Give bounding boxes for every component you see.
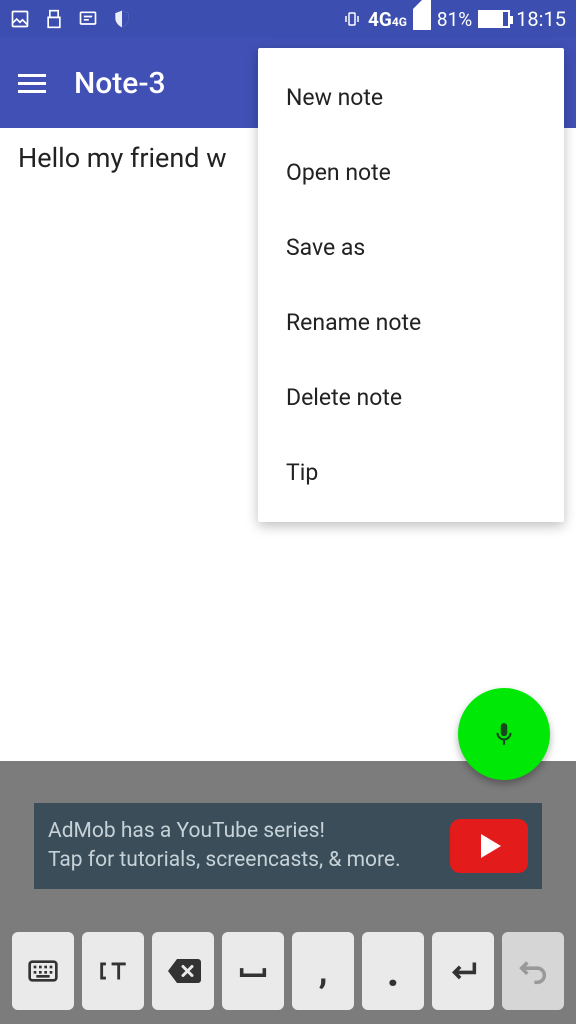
overflow-menu: New note Open note Save as Rename note D… [258,48,564,522]
text-size-key[interactable] [82,932,144,1010]
voice-record-button[interactable] [458,688,550,780]
usb-icon [44,9,64,29]
clock: 18:15 [516,7,566,31]
signal-icon [413,9,431,30]
comma-key[interactable]: , [292,932,354,1010]
battery-pct: 81% [437,8,472,31]
undo-icon [516,954,550,988]
message-icon [78,9,98,29]
image-icon [10,9,30,29]
enter-key[interactable] [432,932,494,1010]
status-bar: 4G4G 81% 18:15 [0,0,576,38]
text-size-icon [96,954,130,988]
period-key[interactable]: . [362,932,424,1010]
battery-icon [478,10,510,28]
enter-icon [446,954,480,988]
youtube-play-icon [450,819,528,873]
note-text: Hello my friend w [18,142,227,174]
keyboard-toggle-key[interactable] [12,932,74,1010]
backspace-icon [165,953,201,989]
menu-item-new-note[interactable]: New note [258,60,564,135]
keyboard-toolbar: , . [12,932,564,1010]
shield-icon [112,9,132,29]
menu-icon[interactable] [18,74,46,93]
menu-item-rename-note[interactable]: Rename note [258,285,564,360]
vibrate-icon [342,9,362,29]
mic-icon [491,716,517,752]
menu-item-tip[interactable]: Tip [258,435,564,510]
ad-banner[interactable]: AdMob has a YouTube series! Tap for tuto… [34,803,542,889]
space-key[interactable] [222,932,284,1010]
ad-text: AdMob has a YouTube series! Tap for tuto… [48,817,438,876]
status-left [10,9,132,29]
backspace-key[interactable] [152,932,214,1010]
ad-line1: AdMob has a YouTube series! [48,817,438,846]
app-title: Note-3 [74,66,166,101]
undo-key[interactable] [502,932,564,1010]
space-icon [236,954,270,988]
bottom-panel: AdMob has a YouTube series! Tap for tuto… [0,761,576,1024]
status-right: 4G4G 81% 18:15 [342,7,566,31]
ad-line2: Tap for tutorials, screencasts, & more. [48,846,438,875]
menu-item-open-note[interactable]: Open note [258,135,564,210]
keyboard-icon [27,955,59,987]
comma-label: , [319,950,328,992]
menu-item-delete-note[interactable]: Delete note [258,360,564,435]
menu-item-save-as[interactable]: Save as [258,210,564,285]
network-type: 4G4G [368,8,407,31]
